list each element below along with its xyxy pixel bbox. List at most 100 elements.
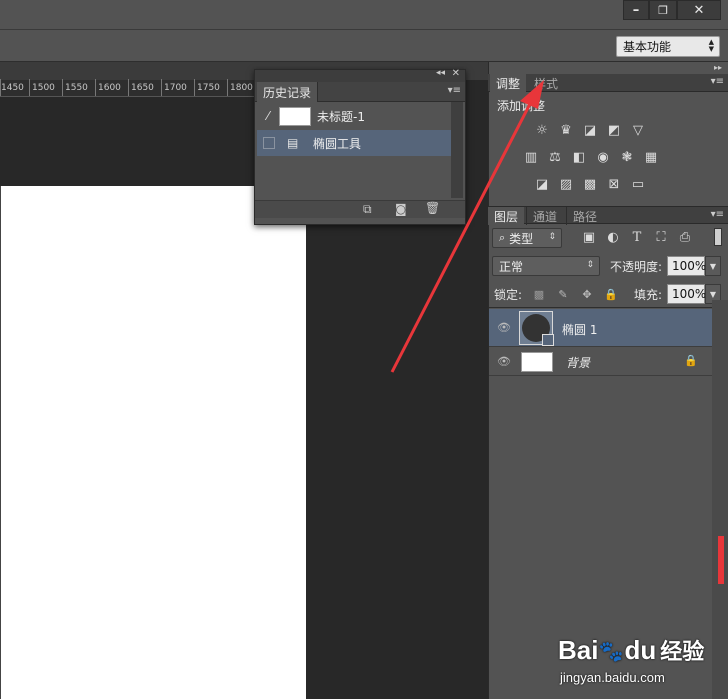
history-item-label: 椭圆工具: [313, 136, 362, 151]
updown-arrows-icon: ⇕: [586, 260, 594, 270]
adjustment-filter-icon[interactable]: ◐: [604, 229, 622, 245]
lock-all-icon[interactable]: 🔒: [602, 286, 620, 302]
panel-menu-icon[interactable]: ▾≡: [711, 76, 724, 87]
layer-filter-value: 类型: [509, 231, 534, 246]
opacity-dropdown[interactable]: ▼: [705, 256, 721, 276]
ruler-tick: [161, 79, 162, 96]
panel-menu-icon[interactable]: ▾≡: [448, 85, 461, 96]
pixel-filter-icon[interactable]: ▣: [580, 229, 598, 245]
lock-position-icon[interactable]: ✥: [578, 286, 596, 302]
horizontal-ruler: 1450 1500 1550 1600 1650 1700 1750 1800: [0, 79, 255, 97]
shape-filter-icon[interactable]: ⛶: [652, 229, 670, 245]
history-scrollbar[interactable]: [451, 102, 463, 198]
layer-row-background[interactable]: 👁 背景 🔒: [489, 348, 712, 376]
tab-layers[interactable]: 图层: [488, 207, 525, 225]
layer-filter-select[interactable]: ⌕ 类型 ⇕: [492, 228, 562, 248]
workspace-select[interactable]: 基本功能 ▲ ▼: [616, 36, 720, 57]
channel-mixer-icon[interactable]: ❃: [618, 149, 636, 165]
photo-filter-icon[interactable]: ◉: [594, 149, 612, 165]
layer-thumbnail: [519, 311, 554, 346]
filter-toggle[interactable]: [714, 228, 722, 246]
history-panel-header[interactable]: ◂◂ ✕: [255, 68, 465, 82]
lock-icon: 🔒: [684, 354, 698, 367]
minimize-icon: –: [632, 2, 640, 18]
ruler-label: 1800: [230, 83, 253, 93]
new-document-icon[interactable]: ⧉: [363, 202, 372, 217]
title-bar: [0, 0, 728, 30]
threshold-icon[interactable]: ▩: [581, 176, 599, 192]
history-panel[interactable]: ◂◂ ✕ 历史记录 ▾≡ ⁄ 未标题-1 ▤ 椭圆工具 ⧉ ◙ 🗑: [254, 68, 466, 225]
ruler-tick: [62, 79, 63, 96]
lock-transparency-icon[interactable]: ▩: [530, 286, 548, 302]
tab-history[interactable]: 历史记录: [257, 82, 319, 102]
tab-paths[interactable]: 路径: [566, 207, 603, 225]
snapshot-label: 未标题-1: [317, 109, 365, 124]
brightness-icon[interactable]: ☼: [533, 122, 551, 138]
history-checkbox[interactable]: [263, 137, 275, 149]
layer-filter-icons: ▣ ◐ T ⛶ ⎙: [580, 229, 694, 245]
watermark-suffix: 经验: [660, 639, 705, 664]
fill-input[interactable]: 100%: [667, 284, 706, 304]
layers-tab-row: 图层 通道 路径 ▾≡: [488, 206, 728, 225]
ruler-tick: [194, 79, 195, 96]
close-button[interactable]: ✕: [677, 0, 721, 20]
history-footer: ⧉ ◙ 🗑: [255, 200, 465, 218]
ruler-tick: [95, 79, 96, 96]
adjustment-icons-row-3: ◪ ▨ ▩ ⊠ ▭: [533, 176, 647, 192]
hue-saturation-icon[interactable]: ▥: [522, 149, 540, 165]
trash-icon[interactable]: 🗑: [425, 201, 440, 215]
selective-color-icon[interactable]: ⊠: [605, 176, 623, 192]
tab-channels[interactable]: 通道: [526, 207, 563, 225]
color-balance-icon[interactable]: ⚖: [546, 149, 564, 165]
minimize-button[interactable]: –: [623, 0, 649, 20]
ruler-tick: [29, 79, 30, 96]
type-filter-icon[interactable]: T: [628, 229, 646, 245]
vibrance-icon[interactable]: ▽: [629, 122, 647, 138]
levels-icon[interactable]: ♛: [557, 122, 575, 138]
eye-icon[interactable]: 👁: [497, 355, 511, 368]
scrollbar-thumb[interactable]: [718, 536, 724, 584]
tab-adjustments[interactable]: 调整: [490, 74, 527, 92]
adjustment-icons-row-2: ▥ ⚖ ◧ ◉ ❃ ▦: [522, 149, 660, 165]
smart-object-filter-icon[interactable]: ⎙: [676, 229, 694, 245]
ruler-label: 1750: [197, 83, 220, 93]
adjustment-icons-row-1: ☼ ♛ ◪ ◩ ▽: [533, 122, 647, 138]
add-adjustment-label: 添加调整: [497, 99, 546, 113]
restore-button[interactable]: ❐: [649, 0, 677, 20]
ruler-label: 1650: [131, 83, 154, 93]
posterize-icon[interactable]: ▨: [557, 176, 575, 192]
divider: [489, 307, 712, 308]
gradient-map-icon[interactable]: ▭: [629, 176, 647, 192]
panel-menu-icon[interactable]: ▾≡: [711, 209, 724, 220]
document-icon: ▤: [287, 136, 299, 150]
fill-label: 填充:: [634, 288, 663, 302]
history-item[interactable]: ▤ 椭圆工具: [257, 130, 451, 156]
watermark-brand2: du: [624, 635, 657, 665]
collapse-icon[interactable]: ◂◂: [436, 68, 445, 78]
invert-icon[interactable]: ◪: [533, 176, 551, 192]
tab-styles[interactable]: 样式: [528, 74, 564, 92]
curves-icon[interactable]: ◪: [581, 122, 599, 138]
lock-icons: ▩ ✎ ✥ 🔒: [530, 286, 620, 302]
camera-icon[interactable]: ◙: [395, 202, 407, 216]
ruler-tick: [128, 79, 129, 96]
opacity-input[interactable]: 100%: [667, 256, 706, 276]
layer-row-ellipse[interactable]: 👁 椭圆 1: [489, 309, 712, 347]
lock-label: 锁定:: [494, 288, 523, 302]
expand-panels-icon[interactable]: ▸▸: [714, 63, 722, 72]
layer-name: 背景: [566, 356, 591, 370]
ruler-tick: [227, 79, 228, 96]
document-canvas[interactable]: [0, 186, 306, 699]
lock-pixels-icon[interactable]: ✎: [554, 286, 572, 302]
ruler-label: 1500: [32, 83, 55, 93]
blend-mode-select[interactable]: 正常 ⇕: [492, 256, 600, 276]
close-icon: ✕: [693, 2, 705, 18]
color-lookup-icon[interactable]: ▦: [642, 149, 660, 165]
close-panel-icon[interactable]: ✕: [452, 68, 460, 79]
black-white-icon[interactable]: ◧: [570, 149, 588, 165]
exposure-icon[interactable]: ◩: [605, 122, 623, 138]
chevron-down-icon: ▼: [709, 261, 717, 271]
paw-icon: 🐾: [598, 641, 624, 664]
eye-icon[interactable]: 👁: [497, 321, 511, 334]
history-snapshot-row[interactable]: ⁄ 未标题-1: [257, 103, 451, 129]
